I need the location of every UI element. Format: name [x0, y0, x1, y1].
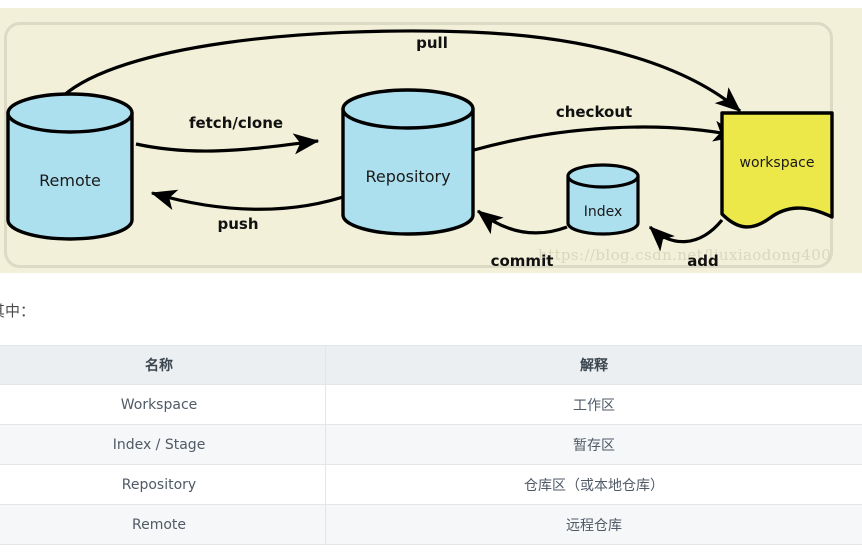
table-row: Index / Stage 暂存区 — [0, 424, 862, 465]
node-repository: Repository — [341, 88, 475, 236]
cell-name: Remote — [0, 504, 326, 545]
table-row: Workspace 工作区 — [0, 384, 862, 425]
node-index: Index — [566, 163, 640, 236]
cell-desc: 仓库区（或本地仓库） — [325, 464, 862, 505]
edge-fetch-clone: fetch/clone — [135, 114, 320, 155]
edge-checkout: checkout — [473, 103, 740, 152]
table-header-row: 名称 解释 — [0, 345, 862, 385]
edge-label-pull: pull — [416, 34, 448, 52]
cell-desc: 暂存区 — [325, 424, 862, 465]
edge-push: push — [150, 189, 353, 233]
column-header-desc: 解释 — [325, 345, 862, 385]
node-label-remote: Remote — [39, 171, 101, 190]
node-label-repository: Repository — [365, 167, 450, 186]
intro-paragraph: 其中： — [0, 302, 36, 320]
edge-label-add: add — [687, 252, 719, 270]
table-row: Repository 仓库区（或本地仓库） — [0, 464, 862, 505]
cell-desc: 远程仓库 — [325, 504, 862, 545]
node-remote: Remote — [6, 92, 134, 241]
edge-label-checkout: checkout — [556, 103, 632, 121]
watermark-text: https://blog.csdn.net/liuxiaodong400 — [538, 246, 831, 264]
cell-name: Workspace — [0, 384, 326, 425]
edge-label-commit: commit — [491, 252, 554, 270]
node-workspace: workspace — [720, 111, 834, 229]
edge-label-push: push — [217, 215, 258, 233]
table-row: Remote 远程仓库 — [0, 504, 862, 545]
node-label-index: Index — [584, 204, 623, 220]
git-workflow-svg: https://blog.csdn.net/liuxiaodong400 pul… — [6, 29, 834, 270]
git-workflow-diagram-panel: https://blog.csdn.net/liuxiaodong400 pul… — [0, 8, 862, 273]
legend-table: 名称 解释 Workspace 工作区 Index / Stage 暂存区 Re… — [0, 345, 862, 545]
legend-table-wrapper: 名称 解释 Workspace 工作区 Index / Stage 暂存区 Re… — [0, 345, 862, 545]
node-label-workspace: workspace — [740, 155, 815, 171]
cell-name: Repository — [0, 464, 326, 505]
cell-desc: 工作区 — [325, 384, 862, 425]
column-header-name: 名称 — [0, 345, 326, 385]
edge-label-fetch-clone: fetch/clone — [189, 114, 283, 132]
cell-name: Index / Stage — [0, 424, 326, 465]
